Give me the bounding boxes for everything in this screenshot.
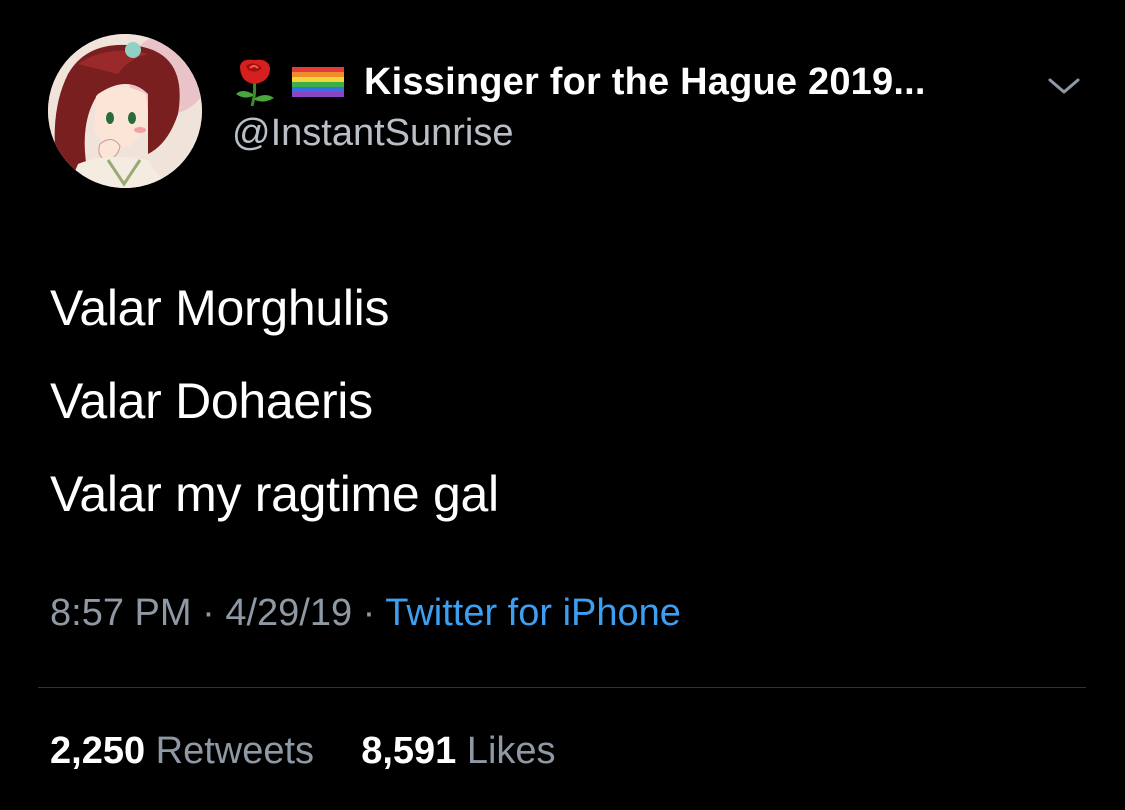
tweet-text: Valar Morghulis Valar Dohaeris Valar my … xyxy=(50,262,499,541)
tweet-stats: 2,250 Retweets 8,591 Likes xyxy=(50,730,556,773)
author-display-name[interactable]: Kissinger for the Hague 2019... xyxy=(364,61,926,104)
author-name-row[interactable]: Kissinger for the Hague 2019... xyxy=(232,56,926,108)
retweets-count: 2,250 xyxy=(50,730,146,772)
likes-label: Likes xyxy=(466,730,556,772)
avatar[interactable] xyxy=(48,34,202,188)
likes-count: 8,591 xyxy=(361,730,457,772)
chevron-down-icon[interactable] xyxy=(1044,72,1084,100)
rose-icon xyxy=(232,56,278,108)
tweet-time: 8:57 PM xyxy=(50,592,192,634)
avatar-image xyxy=(48,34,202,188)
tweet-date: 4/29/19 xyxy=(225,592,353,634)
author-handle[interactable]: @InstantSunrise xyxy=(232,112,514,155)
rainbow-flag-icon xyxy=(292,67,344,97)
meta-separator: · xyxy=(352,592,386,634)
retweets-label: Retweets xyxy=(155,730,315,772)
tweet-line: Valar Morghulis xyxy=(50,280,390,336)
tweet-metadata: 8:57 PM · 4/29/19 · Twitter for iPhone xyxy=(50,592,681,635)
tweet-line: Valar my ragtime gal xyxy=(50,466,499,522)
tweet-source-link[interactable]: Twitter for iPhone xyxy=(385,592,681,634)
likes-stat[interactable]: 8,591 Likes xyxy=(351,730,556,772)
tweet-line: Valar Dohaeris xyxy=(50,373,373,429)
tweet-detail: Kissinger for the Hague 2019... @Instant… xyxy=(0,0,1125,810)
divider xyxy=(38,687,1086,688)
retweets-stat[interactable]: 2,250 Retweets xyxy=(50,730,325,772)
meta-separator: · xyxy=(191,592,226,634)
